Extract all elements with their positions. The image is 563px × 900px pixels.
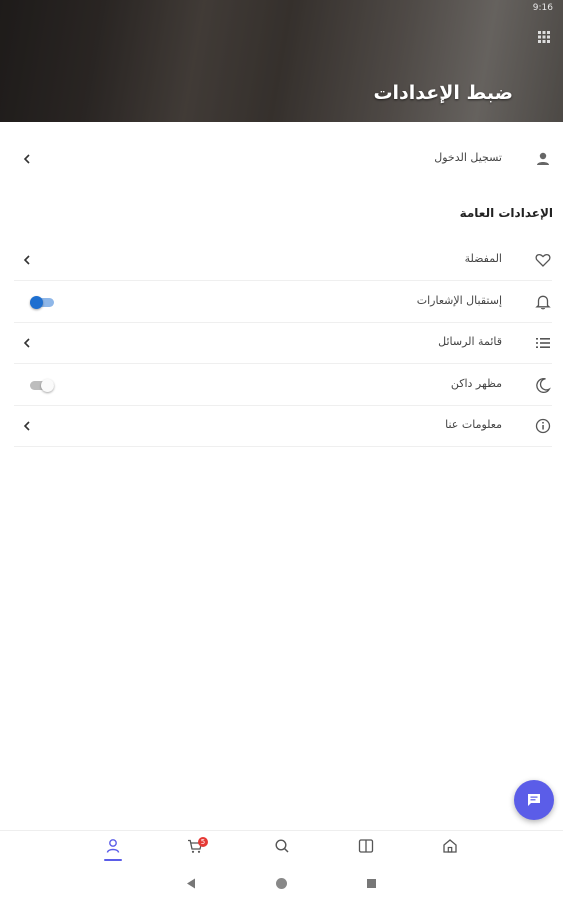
info-icon	[535, 418, 551, 434]
section-title-general: الإعدادات العامة	[459, 206, 553, 220]
page-title: ضبط الإعدادات	[373, 82, 513, 104]
settings-row-favorites[interactable]: المفضلة	[14, 240, 552, 281]
chevron-left-icon	[23, 338, 30, 348]
chat-icon	[528, 794, 540, 806]
bell-icon	[535, 295, 551, 310]
messages-label: قائمة الرسائل	[438, 335, 502, 348]
settings-row-about[interactable]: معلومات عنا	[14, 406, 552, 447]
search-icon[interactable]	[273, 837, 291, 855]
back-triangle-icon[interactable]	[186, 878, 196, 889]
home-icon[interactable]	[441, 837, 459, 855]
login-row[interactable]: تسجيل الدخول	[14, 139, 552, 180]
recents-square-icon[interactable]	[367, 879, 376, 888]
settings-row-dark-mode[interactable]: مظهر داكن	[14, 365, 552, 406]
settings-screen: 9:16 ضبط الإعدادات تسجيل الدخول الإعدادا…	[0, 0, 563, 900]
toggle-knob	[30, 296, 43, 309]
grid-icon[interactable]	[537, 30, 551, 44]
nav-active-indicator	[104, 859, 122, 861]
notifications-label: إستقبال الإشعارات	[416, 294, 502, 307]
chat-button[interactable]	[514, 780, 554, 820]
dark-mode-label: مظهر داكن	[450, 377, 502, 390]
moon-icon	[536, 377, 551, 393]
profile-icon[interactable]	[104, 837, 122, 855]
dark-mode-toggle[interactable]	[30, 379, 54, 393]
bottom-nav	[0, 830, 563, 864]
chevron-left-icon	[23, 421, 30, 431]
book-icon[interactable]	[357, 837, 375, 855]
chevron-left-icon	[23, 154, 30, 164]
system-nav-bar	[0, 866, 563, 900]
about-label: معلومات عنا	[445, 418, 502, 431]
settings-row-messages[interactable]: قائمة الرسائل	[14, 323, 552, 364]
favorites-label: المفضلة	[464, 252, 502, 265]
header-banner: 9:16 ضبط الإعدادات	[0, 0, 563, 122]
home-circle-icon[interactable]	[276, 878, 287, 889]
chevron-left-icon	[23, 255, 30, 265]
heart-icon	[535, 253, 551, 267]
cart-badge: 5	[198, 837, 208, 847]
login-label: تسجيل الدخول	[434, 151, 502, 164]
status-time: 9:16	[532, 3, 553, 13]
toggle-knob	[41, 379, 54, 392]
notifications-toggle[interactable]	[30, 296, 54, 310]
settings-row-notifications[interactable]: إستقبال الإشعارات	[14, 282, 552, 323]
list-icon	[536, 338, 550, 348]
person-icon	[537, 152, 549, 165]
